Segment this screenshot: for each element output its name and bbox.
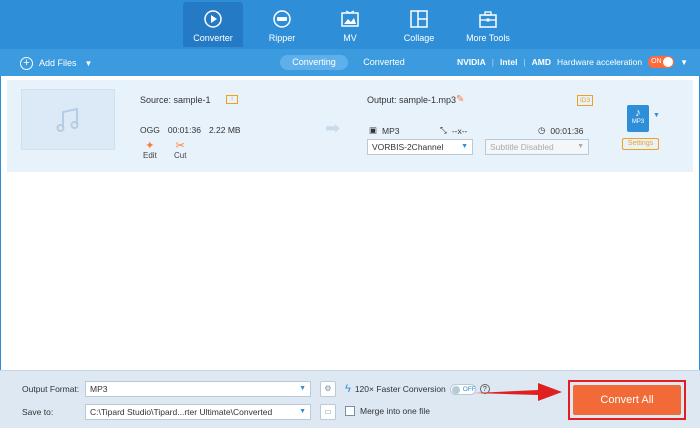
chevron-down-icon: ▼ <box>461 143 468 150</box>
divider: | <box>523 57 526 67</box>
format-badge: MP3 <box>631 119 645 125</box>
chevron-down-icon[interactable]: ▼ <box>653 112 660 119</box>
file-thumbnail <box>21 89 115 150</box>
plus-icon: + <box>20 56 33 70</box>
chevron-down-icon: ▼ <box>299 408 306 415</box>
converter-icon <box>204 10 222 28</box>
music-note-icon <box>56 107 79 132</box>
convert-all-highlight: Convert All <box>568 380 686 420</box>
resize-icon: ⤡ <box>440 125 447 135</box>
save-to-path: C:\Tipard Studio\Tipard...rter Ultimate\… <box>90 407 273 417</box>
output-resolution: --x-- <box>451 125 468 136</box>
output-format-select[interactable]: MP3 ▼ <box>85 381 311 397</box>
hw-accel-toggle[interactable]: ON <box>648 56 675 68</box>
chevron-down-icon[interactable]: ▼ <box>680 58 688 67</box>
merge-option[interactable]: Merge into one file <box>345 406 430 416</box>
tab-converting[interactable]: Converting <box>280 55 348 70</box>
tab-ripper[interactable]: Ripper <box>252 2 312 47</box>
output-filename: Output: sample-1.mp3 <box>367 95 457 105</box>
subtitle-select[interactable]: Subtitle Disabled ▼ <box>485 139 589 155</box>
lightning-icon: ϟ <box>345 383 351 395</box>
format-settings-button[interactable]: ⚙ <box>320 381 336 397</box>
hardware-acceleration: NVIDIA | Intel | AMD Hardware accelerati… <box>457 56 688 68</box>
tab-label: More Tools <box>466 33 510 43</box>
ripper-icon <box>273 10 291 28</box>
mv-icon <box>341 10 359 27</box>
settings-button[interactable]: Settings <box>622 138 659 150</box>
toolbox-icon <box>479 11 497 28</box>
film-icon: ▣ <box>369 125 378 135</box>
tab-more-tools[interactable]: More Tools <box>458 2 518 47</box>
collage-icon <box>410 10 428 28</box>
music-note-icon: ♪ <box>635 107 641 119</box>
subtitle-value: Subtitle Disabled <box>490 142 554 152</box>
add-files-button[interactable]: + Add Files ▼ <box>20 55 92 71</box>
scissors-icon: ✂ <box>175 140 185 152</box>
output-format-label: Output Format: <box>22 384 80 394</box>
arrow-right-icon <box>474 383 562 401</box>
source-meta: OGG 00:01:36 2.22 MB <box>140 125 241 135</box>
source-format: OGG <box>140 125 160 135</box>
chevron-down-icon: ▼ <box>299 385 306 392</box>
tab-mv[interactable]: MV <box>320 2 380 47</box>
chevron-down-icon: ▼ <box>577 143 584 150</box>
tab-label: Collage <box>403 33 435 43</box>
save-to-label: Save to: <box>22 407 54 417</box>
add-files-label: Add Files <box>39 58 77 68</box>
list-item: Source: sample-1 i OGG 00:01:36 2.22 MB … <box>7 80 693 172</box>
cut-button[interactable]: ✂ Cut <box>174 139 186 160</box>
output-format-meta: ▣ MP3 <box>369 125 400 136</box>
chevron-down-icon[interactable]: ▼ <box>85 59 93 68</box>
intel-label: Intel <box>499 57 518 67</box>
divider: | <box>491 57 494 67</box>
source-duration: 00:01:36 <box>167 125 201 135</box>
output-resolution-meta: ⤡ --x-- <box>440 125 467 136</box>
faster-conversion: ϟ 120× Faster Conversion OFF ? <box>345 383 490 395</box>
cut-label: Cut <box>174 151 187 160</box>
output-duration-meta: ◷ 00:01:36 <box>538 125 584 136</box>
output-format: MP3 <box>382 125 400 136</box>
source-filename: Source: sample-1 <box>140 95 211 105</box>
tab-converter[interactable]: Converter <box>183 2 243 47</box>
tab-converted[interactable]: Converted <box>352 55 416 70</box>
source-size: 2.22 MB <box>208 125 241 135</box>
pencil-icon[interactable]: ✎ <box>456 94 464 105</box>
tab-label: MV <box>343 33 357 43</box>
info-icon[interactable]: i <box>226 95 238 104</box>
audio-channel-value: VORBIS-2Channel <box>372 142 444 152</box>
hw-accel-label: Hardware acceleration <box>557 57 643 67</box>
tab-label: Ripper <box>268 33 296 43</box>
tab-collage[interactable]: Collage <box>389 2 449 47</box>
magic-wand-icon: ✦ <box>145 140 155 152</box>
output-format-value: MP3 <box>90 384 108 394</box>
clock-icon: ◷ <box>538 125 546 135</box>
id3-badge[interactable]: ID3 <box>577 95 594 106</box>
bottom-bar: Output Format: MP3 ▼ ⚙ Save to: C:\Tipar… <box>0 370 700 428</box>
merge-label: Merge into one file <box>360 406 430 416</box>
save-to-select[interactable]: C:\Tipard Studio\Tipard...rter Ultimate\… <box>85 404 311 420</box>
arrow-right-icon: ➡ <box>325 118 341 138</box>
file-list: Source: sample-1 i OGG 00:01:36 2.22 MB … <box>0 76 700 370</box>
merge-checkbox[interactable] <box>345 406 355 416</box>
nvidia-label: NVIDIA <box>456 57 486 67</box>
open-folder-button[interactable]: ▭ <box>320 404 336 420</box>
output-duration: 00:01:36 <box>550 125 584 136</box>
top-nav: Converter Ripper MV Collage More Tools <box>0 0 700 49</box>
convert-all-button[interactable]: Convert All <box>573 385 681 415</box>
edit-button[interactable]: ✦ Edit <box>143 139 157 160</box>
output-format-button[interactable]: ♪ MP3 <box>627 105 649 132</box>
amd-label: AMD <box>531 57 552 67</box>
edit-label: Edit <box>143 151 157 160</box>
faster-conversion-label: 120× Faster Conversion <box>354 384 446 394</box>
audio-channel-select[interactable]: VORBIS-2Channel ▼ <box>367 139 473 155</box>
toolbar: + Add Files ▼ Converting Converted NVIDI… <box>0 49 700 76</box>
tab-label: Converter <box>193 33 233 43</box>
